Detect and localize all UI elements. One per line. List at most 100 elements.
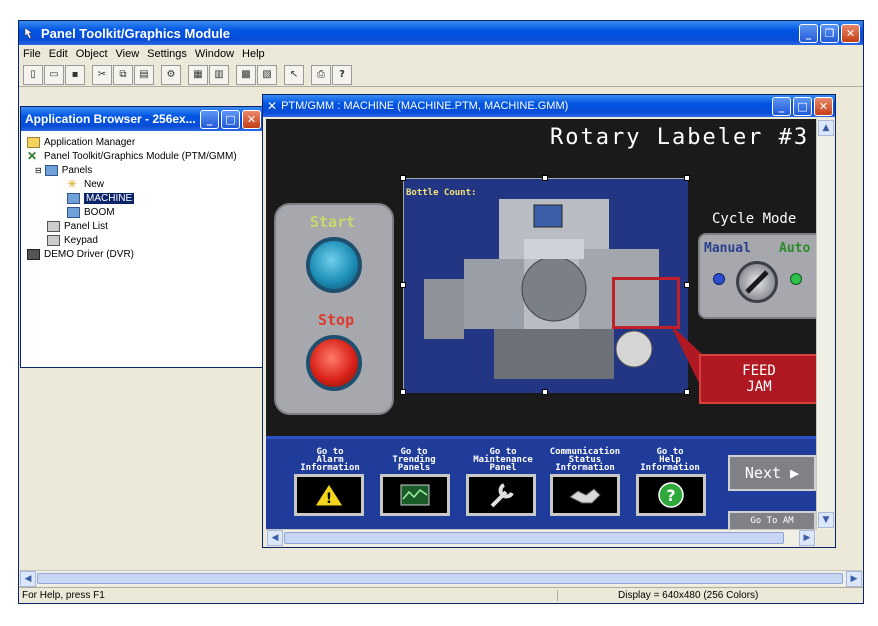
ptm-vertical-scrollbar[interactable]: ▲ ▼ (816, 119, 834, 529)
app-browser-title-bar[interactable]: Application Browser - 256ex... _ □ ✕ (21, 107, 263, 131)
panel-icon (67, 206, 80, 218)
nav-communication: Communication Status Information (549, 447, 621, 473)
svg-text:?: ? (666, 486, 675, 505)
menu-help[interactable]: Help (242, 48, 265, 60)
ptm-window-title: PTM/GMM : MACHINE (MACHINE.PTM, MACHINE.… (281, 100, 569, 112)
cycle-mode-selector-switch[interactable] (736, 261, 778, 303)
ptm-close-button[interactable]: ✕ (814, 96, 833, 116)
selection-handle[interactable] (684, 175, 690, 181)
trend-chart-icon (400, 484, 430, 506)
menu-view[interactable]: View (116, 48, 140, 60)
status-bar: For Help, press F1 Display = 640x480 (25… (19, 587, 863, 603)
stop-button[interactable] (306, 335, 362, 391)
ptm-icon: ✕ (267, 99, 278, 113)
bottle-count-label: Bottle Count: (406, 188, 477, 198)
tree-item-boom[interactable]: BOOM (27, 205, 263, 219)
properties-icon[interactable]: ▧ (257, 64, 277, 85)
selection-handle[interactable] (684, 282, 690, 288)
menu-window[interactable]: Window (195, 48, 234, 60)
selection-handle[interactable] (400, 175, 406, 181)
ptm-minimize-button[interactable]: _ (772, 96, 791, 116)
folder-icon (27, 136, 40, 148)
status-help-text: For Help, press F1 (22, 590, 105, 601)
maintenance-button[interactable] (466, 474, 536, 516)
main-horizontal-scrollbar[interactable]: ◀ ▶ (20, 570, 862, 587)
manual-label: Manual (704, 241, 751, 256)
handshake-icon (569, 488, 601, 504)
restore-button[interactable]: ❐ (820, 23, 839, 43)
scroll-left-icon[interactable]: ◀ (267, 530, 283, 546)
ptm-maximize-button[interactable]: □ (793, 96, 812, 116)
help-info-button[interactable]: ? (636, 474, 706, 516)
cut-icon[interactable]: ✂ (92, 64, 112, 85)
selection-handle[interactable] (400, 389, 406, 395)
pointer-icon[interactable]: ↖ (284, 64, 304, 85)
trending-button[interactable] (380, 474, 450, 516)
minimize-button[interactable]: _ (799, 23, 818, 43)
go-to-am-button[interactable]: Go To AM (728, 511, 816, 529)
tree-item-ptm[interactable]: ✕ Panel Toolkit/Graphics Module (PTM/GMM… (27, 149, 263, 163)
print-icon[interactable]: ⎙ (311, 64, 331, 85)
tree-item-new[interactable]: ✳ New (27, 177, 263, 191)
nav-maintenance: Go to Maintenance Panel (473, 447, 533, 473)
app-browser-minimize-button[interactable]: _ (200, 109, 219, 129)
tree-item-keypad[interactable]: Keypad (27, 233, 263, 247)
selection-handle[interactable] (542, 175, 548, 181)
start-button[interactable] (306, 237, 362, 293)
align-icon[interactable]: ▥ (209, 64, 229, 85)
auto-indicator-light (790, 273, 802, 285)
app-browser-maximize-button[interactable]: □ (221, 109, 240, 129)
menu-object[interactable]: Object (76, 48, 108, 60)
ptm-horizontal-scrollbar[interactable]: ◀ ▶ (266, 529, 816, 546)
main-scroll-left-icon[interactable]: ◀ (20, 571, 36, 587)
status-display-text: Display = 640x480 (256 Colors) (557, 590, 857, 601)
save-icon[interactable]: ▪ (65, 64, 85, 85)
hmi-title: Rotary Labeler #3 (550, 125, 810, 150)
scroll-down-icon[interactable]: ▼ (818, 512, 834, 528)
manual-indicator-light (713, 273, 725, 285)
tree-item-panel-list[interactable]: Panel List (27, 219, 263, 233)
collapse-icon[interactable]: ⊟ (35, 166, 42, 175)
menu-settings[interactable]: Settings (147, 48, 187, 60)
tool-icon[interactable]: ⚙ (161, 64, 181, 85)
tree-item-application-manager[interactable]: Application Manager (27, 135, 263, 149)
copy-icon[interactable]: ⧉ (113, 64, 133, 85)
hmi-canvas[interactable]: Rotary Labeler #3 Start Stop Bottle Coun… (266, 119, 816, 529)
selection-handle[interactable] (542, 389, 548, 395)
app-browser-close-button[interactable]: ✕ (242, 109, 261, 129)
paste-icon[interactable]: ▤ (134, 64, 154, 85)
panel-icon (67, 192, 80, 204)
new-file-icon[interactable]: ▯ (23, 64, 43, 85)
application-browser-window: Application Browser - 256ex... _ □ ✕ App… (20, 106, 264, 368)
warning-icon: ! (314, 483, 344, 507)
menu-edit[interactable]: Edit (49, 48, 68, 60)
nav-trending: Go to Trending Panels (392, 447, 436, 473)
communication-button[interactable] (550, 474, 620, 516)
selection-handle[interactable] (400, 282, 406, 288)
nav-alarm: Go to Alarm Information (300, 447, 360, 473)
start-label: Start (310, 213, 356, 231)
tree-item-demo-driver[interactable]: DEMO Driver (DVR) (27, 247, 263, 261)
close-button[interactable]: ✕ (841, 23, 860, 43)
cycle-mode-label: Cycle Mode (712, 211, 797, 227)
main-scroll-right-icon[interactable]: ▶ (846, 571, 862, 587)
scroll-up-icon[interactable]: ▲ (818, 120, 834, 136)
jam-highlight-box (612, 277, 680, 329)
next-button[interactable]: Next ▶ (728, 455, 816, 491)
auto-label: Auto (779, 241, 811, 256)
ptm-title-bar[interactable]: ✕ PTM/GMM : MACHINE (MACHINE.PTM, MACHIN… (263, 95, 835, 117)
scroll-right-icon[interactable]: ▶ (799, 530, 815, 546)
main-title-bar[interactable]: Panel Toolkit/Graphics Module _ ❐ ✕ (19, 21, 863, 45)
ptm-scroll-thumb[interactable] (284, 532, 784, 544)
menu-bar: File Edit Object View Settings Window He… (19, 45, 863, 63)
tree-item-machine[interactable]: MACHINE (27, 191, 263, 205)
grid-icon[interactable]: ▦ (188, 64, 208, 85)
layer-icon[interactable]: ▩ (236, 64, 256, 85)
open-folder-icon[interactable]: ▭ (44, 64, 64, 85)
menu-file[interactable]: File (23, 48, 41, 60)
help-icon[interactable]: ? (332, 64, 352, 85)
alarm-button[interactable]: ! (294, 474, 364, 516)
driver-icon (27, 248, 40, 260)
tree-item-panels[interactable]: ⊟ Panels (27, 163, 263, 177)
main-scroll-thumb[interactable] (37, 573, 843, 584)
